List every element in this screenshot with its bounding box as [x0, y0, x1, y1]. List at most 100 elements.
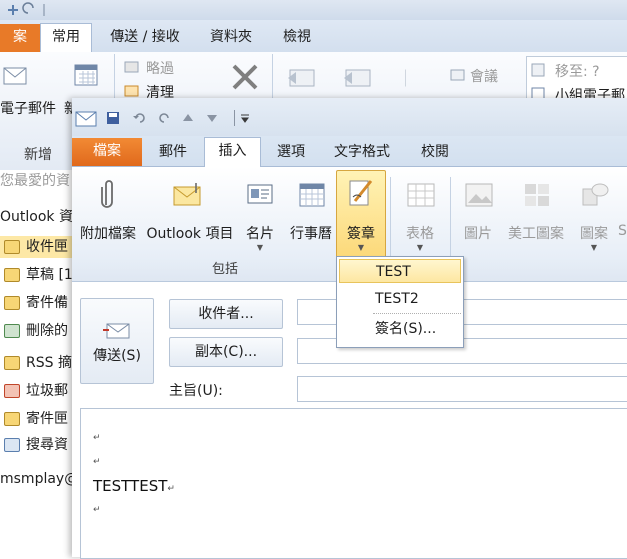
bg-tab-folder[interactable]: 資料夾	[203, 24, 259, 52]
bg-tab-file[interactable]: 案	[0, 24, 40, 52]
signature-label: 簽章	[347, 226, 375, 242]
subject-field[interactable]	[297, 376, 627, 402]
clip-art-button[interactable]: 美工圖案	[504, 177, 568, 255]
body-text: TESTTEST↵	[93, 477, 175, 495]
meeting-button[interactable]: 會議	[470, 66, 498, 86]
send-envelope-icon	[103, 323, 130, 339]
sent-icon	[4, 296, 20, 310]
nav-folder-label: 垃圾郵	[26, 383, 68, 399]
nav-folder-outbox[interactable]: 寄件匣	[0, 408, 68, 430]
chevron-down-icon: ▼	[416, 243, 424, 252]
signature-menu-item-test[interactable]: TEST	[339, 259, 461, 283]
toolbar-divider	[234, 110, 235, 126]
send-button[interactable]: 傳送(S)	[80, 298, 154, 384]
table-button[interactable]: 表格 ▼	[398, 177, 442, 255]
delete-icon	[232, 64, 258, 90]
clip-art-label: 美工圖案	[508, 226, 564, 242]
nav-folder-deleted[interactable]: 刪除的	[0, 320, 68, 342]
chevron-down-icon: ▼	[590, 243, 598, 252]
calendar-icon	[299, 183, 325, 207]
shapes-label: 圖案	[580, 226, 608, 242]
next-item-icon[interactable]	[206, 112, 218, 124]
navigation-pane: 您最愛的資 Outlook 資 收件匣 草稿 [1 寄件備 刪除的 RSS 摘 …	[0, 170, 78, 557]
chevron-down-icon: ▼	[357, 243, 365, 252]
ignore-button[interactable]: 略過	[146, 58, 174, 78]
nav-folder-sent[interactable]: 寄件備	[0, 292, 68, 314]
smartart-button[interactable]: S	[618, 177, 627, 255]
compose-tab-row: 檔案 郵件 插入 選項 文字格式 校閱	[72, 136, 627, 168]
nav-folder-label: 收件匣	[26, 239, 68, 255]
picture-label: 圖片	[464, 226, 492, 242]
calendar-label: 行事曆	[290, 226, 332, 242]
business-card-label: 名片	[246, 226, 274, 242]
account-header[interactable]: Outlook 資	[0, 206, 73, 228]
attach-file-button[interactable]: 附加檔案	[74, 177, 142, 255]
business-card-icon	[247, 184, 273, 204]
nav-folder-label: 寄件備	[26, 295, 68, 311]
shapes-button[interactable]: 圖案 ▼	[572, 177, 616, 255]
rss-icon	[4, 356, 20, 370]
tab-options[interactable]: 選項	[266, 139, 316, 166]
ignore-icon	[124, 61, 139, 73]
signature-dropdown-menu: TEST TEST2 簽名(S)...	[336, 256, 464, 348]
tab-file[interactable]: 檔案	[72, 138, 142, 166]
bg-tab-home[interactable]: 常用	[40, 23, 92, 54]
new-email-label[interactable]: 電子郵件	[0, 98, 56, 118]
table-icon	[407, 183, 435, 207]
redo-icon[interactable]	[158, 111, 172, 125]
bg-tab-send-receive[interactable]: 傳送 / 接收	[102, 24, 188, 52]
nav-folder-rss[interactable]: RSS 摘	[0, 352, 72, 374]
chevron-down-icon: ▼	[256, 243, 264, 252]
quick-step-move-to[interactable]: 移至: ?	[555, 61, 600, 81]
cc-button[interactable]: 副本(C)...	[169, 337, 283, 367]
paragraph-mark: ↵	[93, 457, 101, 467]
menu-separator	[373, 313, 461, 314]
compose-title-bar	[72, 98, 627, 136]
paragraph-mark: ↵	[93, 505, 101, 515]
tab-insert[interactable]: 插入	[204, 137, 261, 168]
nav-folder-drafts[interactable]: 草稿 [1	[0, 264, 73, 286]
junk-icon	[4, 384, 20, 398]
signature-menu-item-test2[interactable]: TEST2	[339, 287, 461, 311]
shapes-icon	[582, 183, 609, 206]
to-button[interactable]: 收件者...	[169, 299, 283, 329]
nav-folder-search[interactable]: 搜尋資	[0, 434, 68, 456]
paragraph-mark: ↵	[93, 433, 101, 443]
nav-folder-label: 刪除的	[26, 323, 68, 339]
customize-toolbar-icon[interactable]	[240, 114, 250, 124]
account-footer[interactable]: msmplay@	[0, 468, 78, 490]
tab-review[interactable]: 校閱	[412, 139, 458, 166]
body-text-content: TESTTEST	[93, 477, 168, 495]
outlook-item-icon	[173, 183, 201, 206]
nav-folder-label: 寄件匣	[26, 411, 68, 427]
picture-icon	[465, 183, 493, 207]
save-icon[interactable]	[106, 111, 120, 125]
search-folder-icon	[4, 438, 20, 452]
outlook-item-label: Outlook 項目	[146, 226, 234, 242]
inbox-icon	[4, 240, 20, 254]
subject-label: 主旨(U):	[169, 383, 223, 399]
outlook-item-button[interactable]: Outlook 項目	[144, 177, 236, 255]
nav-folder-junk[interactable]: 垃圾郵	[0, 380, 68, 402]
nav-folder-label: RSS 摘	[26, 355, 72, 371]
undo-icon[interactable]	[132, 111, 146, 125]
signature-icon	[349, 180, 373, 206]
signature-menu-item-signatures[interactable]: 簽名(S)...	[339, 317, 461, 341]
signature-button[interactable]: 簽章 ▼	[336, 170, 386, 260]
tab-format-text[interactable]: 文字格式	[326, 139, 398, 166]
picture-button[interactable]: 圖片	[458, 177, 498, 255]
bg-tab-view[interactable]: 檢視	[275, 24, 319, 52]
move-to-icon	[531, 63, 545, 77]
calendar-button[interactable]: 行事曆	[286, 177, 336, 255]
previous-item-icon[interactable]	[182, 112, 194, 124]
favorites-header: 您最愛的資	[0, 173, 70, 189]
deleted-icon	[4, 324, 20, 338]
clean-up-icon	[124, 85, 139, 97]
tab-message[interactable]: 郵件	[150, 139, 196, 166]
message-body[interactable]: ↵ ↵ TESTTEST↵ ↵	[80, 408, 627, 559]
reply-forward-icons	[288, 69, 406, 87]
quick-access-icons	[8, 2, 45, 16]
nav-folder-inbox[interactable]: 收件匣	[0, 236, 68, 258]
business-card-button[interactable]: 名片 ▼	[242, 177, 278, 255]
new-items-icon	[74, 64, 98, 86]
